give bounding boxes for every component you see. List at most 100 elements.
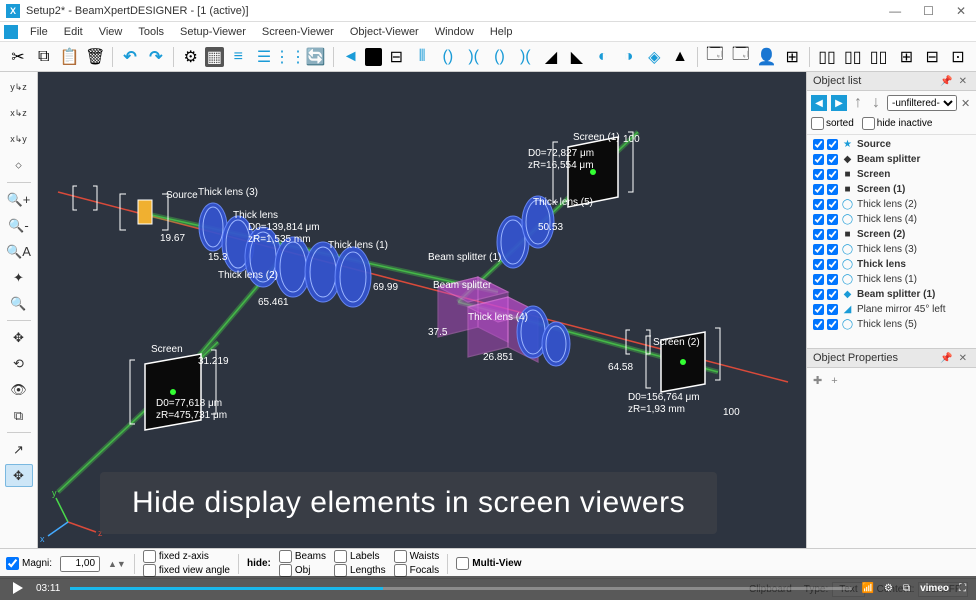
calc-icon[interactable]: ▦	[205, 47, 225, 67]
props-pin-icon[interactable]: 📌	[937, 353, 955, 364]
menu-window[interactable]: Window	[427, 24, 482, 40]
list-item[interactable]: ◯Thick lens (1)	[811, 272, 972, 287]
prism2-icon[interactable]: ◣	[565, 45, 589, 69]
comp1-icon[interactable]: ◈	[642, 45, 666, 69]
redo-icon[interactable]: ↷	[144, 45, 168, 69]
list-item[interactable]: ◯Thick lens (3)	[811, 242, 972, 257]
filter-select[interactable]: -unfiltered-	[887, 95, 957, 111]
list-item[interactable]: ★Source	[811, 137, 972, 152]
filter-clear-button[interactable]: ✕	[961, 97, 970, 110]
menu-tools[interactable]: Tools	[130, 24, 172, 40]
item-visible-checkbox[interactable]	[827, 289, 838, 300]
panel-pin-icon[interactable]: 📌	[937, 76, 955, 87]
zoom-out-icon[interactable]: 🔍-	[5, 214, 33, 237]
list-item[interactable]: ◆Beam splitter (1)	[811, 287, 972, 302]
item-active-checkbox[interactable]	[813, 259, 824, 270]
list-item[interactable]: ◢Plane mirror 45° left	[811, 302, 972, 317]
lens3-icon[interactable]: ()	[488, 45, 512, 69]
props-add-icon[interactable]: ✚	[813, 375, 822, 387]
axis-yz-icon[interactable]: y↳z	[5, 76, 33, 99]
multiview-checkbox[interactable]	[456, 557, 469, 570]
list-item[interactable]: ◯Thick lens (5)	[811, 317, 972, 332]
item-active-checkbox[interactable]	[813, 199, 824, 210]
zoom-fit-icon[interactable]: 🔍A	[5, 240, 33, 263]
item-active-checkbox[interactable]	[813, 214, 824, 225]
item-visible-checkbox[interactable]	[827, 319, 838, 330]
item-visible-checkbox[interactable]	[827, 259, 838, 270]
volume-icon[interactable]: 📶	[862, 583, 874, 594]
axis-iso-icon[interactable]: ⬦	[5, 154, 33, 177]
item-active-checkbox[interactable]	[813, 139, 824, 150]
play-icon[interactable]	[10, 580, 26, 596]
item-visible-checkbox[interactable]	[827, 229, 838, 240]
window2-icon[interactable]: 🗔	[729, 45, 753, 69]
lines3-icon[interactable]: ⋮⋮	[278, 45, 302, 69]
item-active-checkbox[interactable]	[813, 229, 824, 240]
pip-icon[interactable]: ⧉	[903, 583, 910, 594]
axis-xy-icon[interactable]: x↳y	[5, 128, 33, 151]
panel-close-icon[interactable]: ✕	[956, 76, 970, 87]
magni-input[interactable]	[60, 556, 100, 572]
item-visible-checkbox[interactable]	[827, 154, 838, 165]
prism1-icon[interactable]: ◢	[539, 45, 563, 69]
gear-icon[interactable]: ⚙	[179, 45, 203, 69]
item-visible-checkbox[interactable]	[827, 304, 838, 315]
item-visible-checkbox[interactable]	[827, 199, 838, 210]
comp2-icon[interactable]: ▲	[668, 45, 692, 69]
item-visible-checkbox[interactable]	[827, 169, 838, 180]
item-active-checkbox[interactable]	[813, 244, 824, 255]
lens2-icon[interactable]: )(	[462, 45, 486, 69]
item-active-checkbox[interactable]	[813, 184, 824, 195]
item-visible-checkbox[interactable]	[827, 139, 838, 150]
aperture-icon[interactable]: ⊟	[384, 45, 408, 69]
lens1-icon[interactable]: ()	[436, 45, 460, 69]
menu-edit[interactable]: Edit	[56, 24, 91, 40]
fixed-z-checkbox[interactable]	[143, 550, 156, 563]
layout1-icon[interactable]: ⊞	[895, 45, 919, 69]
zoom-sel-icon[interactable]: 🔍	[5, 292, 33, 315]
item-active-checkbox[interactable]	[813, 289, 824, 300]
arrow-icon[interactable]: ↗	[5, 438, 33, 461]
refresh-icon[interactable]: 🔄	[304, 45, 328, 69]
undo-icon[interactable]: ↶	[118, 45, 142, 69]
item-active-checkbox[interactable]	[813, 154, 824, 165]
item-active-checkbox[interactable]	[813, 319, 824, 330]
move-icon[interactable]: ✥	[5, 464, 33, 487]
nav-next-icon[interactable]: ▶	[831, 95, 847, 111]
list-item[interactable]: ◯Thick lens (2)	[811, 197, 972, 212]
seq2-icon[interactable]: ▯▯	[841, 45, 865, 69]
magni-checkbox[interactable]	[6, 557, 19, 570]
props-close-icon[interactable]: ✕	[956, 353, 970, 364]
layout3-icon[interactable]: ⊡	[946, 45, 970, 69]
move-down-icon[interactable]: ↓	[869, 96, 883, 110]
hide-labels-checkbox[interactable]	[334, 550, 347, 563]
menu-screen-viewer[interactable]: Screen-Viewer	[254, 24, 342, 40]
block-icon[interactable]	[365, 48, 383, 66]
close-button[interactable]: ✕	[952, 4, 970, 18]
mirror1-icon[interactable]: ◐	[591, 45, 615, 69]
list-item[interactable]: ■Screen (1)	[811, 182, 972, 197]
list-item[interactable]: ◆Beam splitter	[811, 152, 972, 167]
hide-waists-checkbox[interactable]	[394, 550, 407, 563]
hide-beams-checkbox[interactable]	[279, 550, 292, 563]
delete-icon[interactable]: 🗑	[83, 45, 107, 69]
fullscreen-icon[interactable]: ⛶	[959, 583, 966, 594]
layout2-icon[interactable]: ⊟	[920, 45, 944, 69]
lens4-icon[interactable]: )(	[513, 45, 537, 69]
menu-help[interactable]: Help	[482, 24, 521, 40]
cut-icon[interactable]: ✂	[6, 45, 30, 69]
item-active-checkbox[interactable]	[813, 169, 824, 180]
sorted-checkbox[interactable]	[811, 117, 824, 130]
copy-icon[interactable]: ⧉	[32, 45, 56, 69]
eye-icon[interactable]: 👁	[5, 378, 33, 401]
item-active-checkbox[interactable]	[813, 274, 824, 285]
item-visible-checkbox[interactable]	[827, 274, 838, 285]
rotate-icon[interactable]: ⟲	[5, 352, 33, 375]
paste-icon[interactable]: 📋	[58, 45, 82, 69]
item-visible-checkbox[interactable]	[827, 214, 838, 225]
lines1-icon[interactable]: ≡	[226, 45, 250, 69]
mirror2-icon[interactable]: ◑	[617, 45, 641, 69]
minimize-button[interactable]: —	[885, 4, 905, 18]
nav-prev-icon[interactable]: ◀	[811, 95, 827, 111]
item-visible-checkbox[interactable]	[827, 184, 838, 195]
